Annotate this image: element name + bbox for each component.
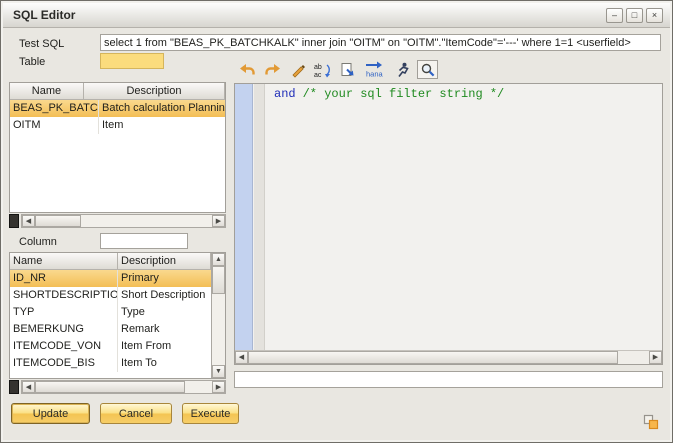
cell-name[interactable]: OITM xyxy=(10,117,99,134)
table-input[interactable] xyxy=(100,53,164,69)
table-row[interactable]: ID_NRPrimary xyxy=(10,270,211,287)
cell-name[interactable]: SHORTDESCRIPTION xyxy=(10,287,118,304)
editor-gutter xyxy=(235,84,253,350)
undo-icon[interactable] xyxy=(237,60,258,79)
sql-comment: /* your sql filter string */ xyxy=(303,87,505,101)
minimize-button[interactable]: – xyxy=(606,8,623,23)
scrollbar-track[interactable] xyxy=(81,215,212,227)
hana-icon[interactable]: hana xyxy=(362,60,388,79)
tables-grid: Name Description BEAS_PK_BATCHBatch calc… xyxy=(9,82,226,213)
scroll-down-icon[interactable]: ▼ xyxy=(212,365,225,378)
table-row[interactable]: ITEMCODE_VONItem From xyxy=(10,338,211,355)
editor-fold-margin xyxy=(254,84,265,350)
grid-corner-box xyxy=(9,214,19,228)
maximize-button[interactable]: □ xyxy=(626,8,643,23)
sql-editor-window: SQL Editor – □ × Test SQL Table Name Des… xyxy=(0,0,673,443)
columns-grid-body: ID_NRPrimarySHORTDESCRIPTIONShort Descri… xyxy=(10,270,211,372)
grid-corner-box xyxy=(9,380,19,394)
search-icon[interactable] xyxy=(417,60,438,79)
replace-icon[interactable]: ab ac xyxy=(312,60,333,79)
column-header-description[interactable]: Description xyxy=(84,83,225,99)
scroll-right-icon[interactable]: ▶ xyxy=(212,381,225,393)
window-title: SQL Editor xyxy=(13,8,75,22)
columns-grid-hscrollbar[interactable]: ◀ ▶ xyxy=(21,380,226,394)
scrollbar-thumb[interactable] xyxy=(212,266,225,294)
editor-toolbar: ab ac hana xyxy=(237,59,438,80)
editor-code-area[interactable]: and /* your sql filter string */ xyxy=(266,84,662,350)
tables-grid-header: Name Description xyxy=(10,83,225,100)
cell-name[interactable]: ID_NR xyxy=(10,270,118,287)
titlebar[interactable]: SQL Editor – □ × xyxy=(3,3,670,28)
scrollbar-track[interactable] xyxy=(618,351,649,364)
cell-name[interactable]: ITEMCODE_BIS xyxy=(10,355,118,372)
column-label: Column xyxy=(19,236,57,248)
column-header-name[interactable]: Name xyxy=(10,253,118,269)
cell-name[interactable]: TYP xyxy=(10,304,118,321)
run-icon[interactable] xyxy=(392,60,413,79)
cell-description[interactable]: Batch calculation Planning xyxy=(99,100,225,117)
cell-description[interactable]: Primary xyxy=(118,270,211,287)
scroll-up-icon[interactable]: ▲ xyxy=(212,253,225,266)
scroll-right-icon[interactable]: ▶ xyxy=(212,215,225,227)
table-row[interactable]: BEMERKUNGRemark xyxy=(10,321,211,338)
test-sql-input[interactable] xyxy=(100,34,661,51)
table-row[interactable]: SHORTDESCRIPTIONShort Description xyxy=(10,287,211,304)
cancel-button[interactable]: Cancel xyxy=(100,403,172,424)
window-controls: – □ × xyxy=(606,8,663,23)
tables-grid-hscrollbar[interactable]: ◀ ▶ xyxy=(21,214,226,228)
cell-description[interactable]: Type xyxy=(118,304,211,321)
execute-button[interactable]: Execute xyxy=(182,403,239,424)
cell-description[interactable]: Remark xyxy=(118,321,211,338)
editor-footer-input[interactable] xyxy=(234,371,663,388)
close-button[interactable]: × xyxy=(646,8,663,23)
export-icon[interactable] xyxy=(337,60,358,79)
columns-grid-vscrollbar[interactable]: ▲ ▼ xyxy=(211,253,225,378)
scroll-left-icon[interactable]: ◀ xyxy=(22,215,35,227)
cell-description[interactable]: Item To xyxy=(118,355,211,372)
table-row[interactable]: TYPType xyxy=(10,304,211,321)
column-header-description[interactable]: Description xyxy=(118,253,211,269)
scrollbar-track[interactable] xyxy=(185,381,212,393)
tables-grid-body: BEAS_PK_BATCHBatch calculation PlanningO… xyxy=(10,100,225,134)
cell-description[interactable]: Short Description xyxy=(118,287,211,304)
cell-name[interactable]: BEMERKUNG xyxy=(10,321,118,338)
scrollbar-thumb[interactable] xyxy=(35,215,81,227)
format-icon[interactable] xyxy=(287,60,308,79)
scrollbar-track[interactable] xyxy=(212,294,225,365)
svg-text:ac: ac xyxy=(314,72,322,78)
sql-editor-pane: and /* your sql filter string */ ◀ ▶ xyxy=(234,83,663,365)
svg-text:ab: ab xyxy=(314,64,322,71)
resize-grip-icon[interactable] xyxy=(643,414,659,430)
cell-description[interactable]: Item From xyxy=(118,338,211,355)
scroll-left-icon[interactable]: ◀ xyxy=(22,381,35,393)
cell-name[interactable]: BEAS_PK_BATCH xyxy=(10,100,99,117)
table-label: Table xyxy=(19,56,45,68)
scrollbar-thumb[interactable] xyxy=(35,381,185,393)
columns-grid: Name Description ID_NRPrimarySHORTDESCRI… xyxy=(9,252,226,379)
test-sql-label: Test SQL xyxy=(19,38,64,50)
scroll-left-icon[interactable]: ◀ xyxy=(235,351,248,364)
cell-name[interactable]: ITEMCODE_VON xyxy=(10,338,118,355)
update-button[interactable]: Update xyxy=(11,403,90,424)
cell-description[interactable]: Item xyxy=(99,117,225,134)
scroll-right-icon[interactable]: ▶ xyxy=(649,351,662,364)
redo-icon[interactable] xyxy=(262,60,283,79)
columns-grid-header: Name Description xyxy=(10,253,211,270)
sql-keyword: and xyxy=(274,87,296,101)
table-row[interactable]: ITEMCODE_BISItem To xyxy=(10,355,211,372)
table-row[interactable]: OITMItem xyxy=(10,117,225,134)
svg-text:hana: hana xyxy=(366,70,384,79)
column-input[interactable] xyxy=(100,233,188,249)
table-row[interactable]: BEAS_PK_BATCHBatch calculation Planning xyxy=(10,100,225,117)
column-header-name[interactable]: Name xyxy=(10,83,84,99)
editor-hscrollbar[interactable]: ◀ ▶ xyxy=(235,350,662,364)
scrollbar-thumb[interactable] xyxy=(248,351,618,364)
